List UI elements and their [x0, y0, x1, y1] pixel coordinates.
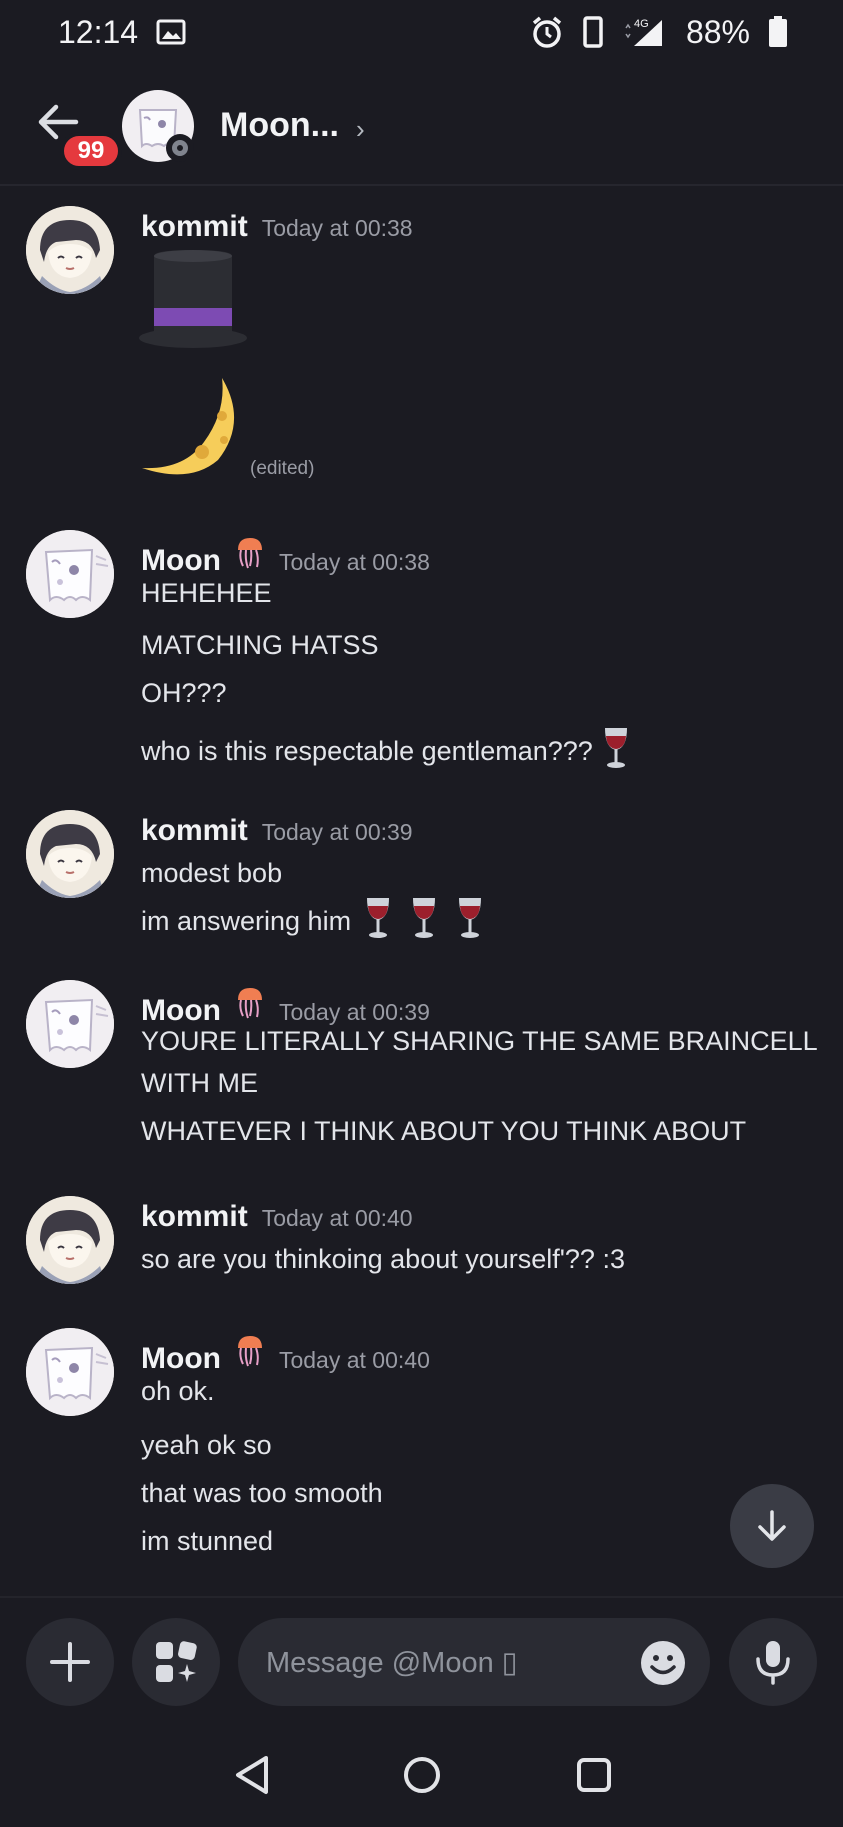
wine-glass-emoji-icon [455, 896, 485, 947]
message-text: im stunned [141, 1526, 274, 1556]
network-type: 4G [634, 18, 649, 30]
message-composer: Message @Moon ▯ [0, 1596, 843, 1720]
page-title[interactable]: Moon... [220, 106, 339, 145]
jellyfish-emoji-icon [235, 536, 265, 577]
timestamp: Today at 00:39 [261, 819, 413, 845]
wine-glass-emoji-icon [601, 726, 631, 777]
message-text: YOURE LITERALLY SHARING THE SAME BRAINCE… [141, 1026, 818, 1056]
apps-button[interactable] [132, 1618, 220, 1706]
voice-message-button[interactable] [729, 1618, 817, 1706]
alarm-icon [530, 15, 564, 49]
crescent-moon-emoji-icon[interactable] [138, 372, 248, 487]
avatar[interactable] [26, 1328, 114, 1416]
clock: 12:14 [58, 13, 139, 50]
plus-icon [50, 1642, 90, 1682]
author-name[interactable]: kommit [141, 1200, 248, 1234]
offline-status-icon [166, 134, 194, 162]
message-input-placeholder: Message @Moon ▯ [266, 1646, 518, 1679]
message-text: so are you thinkoing about yourself'?? :… [141, 1244, 625, 1274]
author-name[interactable]: Moon [141, 1342, 221, 1376]
message-text: WITH ME [141, 1068, 258, 1098]
message-text-row: im answering him [141, 896, 485, 947]
scroll-to-bottom-button[interactable] [730, 1484, 814, 1568]
avatar[interactable] [26, 810, 114, 898]
battery-icon [768, 16, 788, 48]
timestamp: Today at 00:40 [261, 1205, 413, 1231]
message-text: who is this respectable gentleman??? [141, 736, 593, 766]
wine-glass-emoji-icon [363, 896, 393, 947]
arrow-down-icon [758, 1510, 786, 1541]
system-navigation-bar [0, 1720, 843, 1827]
message-text: oh ok. [141, 1376, 215, 1406]
message-text: WHATEVER I THINK ABOUT YOU THINK ABOUT [141, 1116, 747, 1146]
gallery-notification-icon [156, 19, 186, 45]
vibrate-phone-icon [582, 16, 604, 48]
message-text: that was too smooth [141, 1478, 383, 1508]
timestamp: Today at 00:40 [278, 1347, 430, 1373]
status-bar: 12:14 4G 88% [0, 0, 843, 64]
avatar[interactable] [26, 980, 114, 1068]
microphone-icon [756, 1641, 790, 1685]
avatar[interactable] [26, 206, 114, 294]
nav-home-button[interactable] [402, 1754, 442, 1801]
author-name[interactable]: Moon [141, 994, 221, 1028]
wine-glass-emoji-icon [409, 896, 439, 947]
circle-home-icon [404, 1757, 440, 1793]
author-name[interactable]: Moon [141, 544, 221, 578]
jellyfish-emoji-icon [235, 986, 265, 1027]
message-text: yeah ok so [141, 1430, 272, 1460]
jellyfish-emoji-icon [235, 1334, 265, 1375]
chevron-right-icon[interactable]: › [356, 114, 365, 145]
top-hat-emoji-icon[interactable] [138, 250, 248, 355]
message-text-row: who is this respectable gentleman??? [141, 726, 631, 777]
timestamp: Today at 00:38 [278, 549, 430, 575]
nav-recents-button[interactable] [574, 1754, 614, 1801]
message-text: HEHEHEE [141, 578, 272, 608]
triangle-back-icon [236, 1756, 268, 1794]
timestamp: Today at 00:38 [261, 215, 413, 241]
edited-label: (edited) [250, 458, 315, 479]
signal-icon: 4G [622, 16, 668, 48]
unread-badge: 99 [60, 132, 122, 170]
timestamp: Today at 00:39 [278, 999, 430, 1025]
square-recents-icon [577, 1758, 611, 1792]
avatar[interactable] [26, 530, 114, 618]
dm-header: 99 Moon... › [0, 64, 843, 186]
message-input[interactable]: Message @Moon ▯ [238, 1618, 710, 1706]
message-text: MATCHING HATSS [141, 630, 379, 660]
smiley-face-icon [641, 1641, 685, 1685]
message-text: modest bob [141, 858, 283, 888]
author-name[interactable]: kommit [141, 814, 248, 848]
apps-sparkle-icon [156, 1641, 197, 1682]
avatar[interactable] [26, 1196, 114, 1284]
add-attachment-button[interactable] [26, 1618, 114, 1706]
nav-back-button[interactable] [232, 1754, 272, 1801]
message-text: im answering him [141, 906, 352, 936]
message-text: OH??? [141, 678, 227, 708]
battery-percent: 88% [685, 13, 750, 50]
author-name[interactable]: kommit [141, 210, 248, 244]
emoji-button[interactable] [638, 1638, 688, 1696]
